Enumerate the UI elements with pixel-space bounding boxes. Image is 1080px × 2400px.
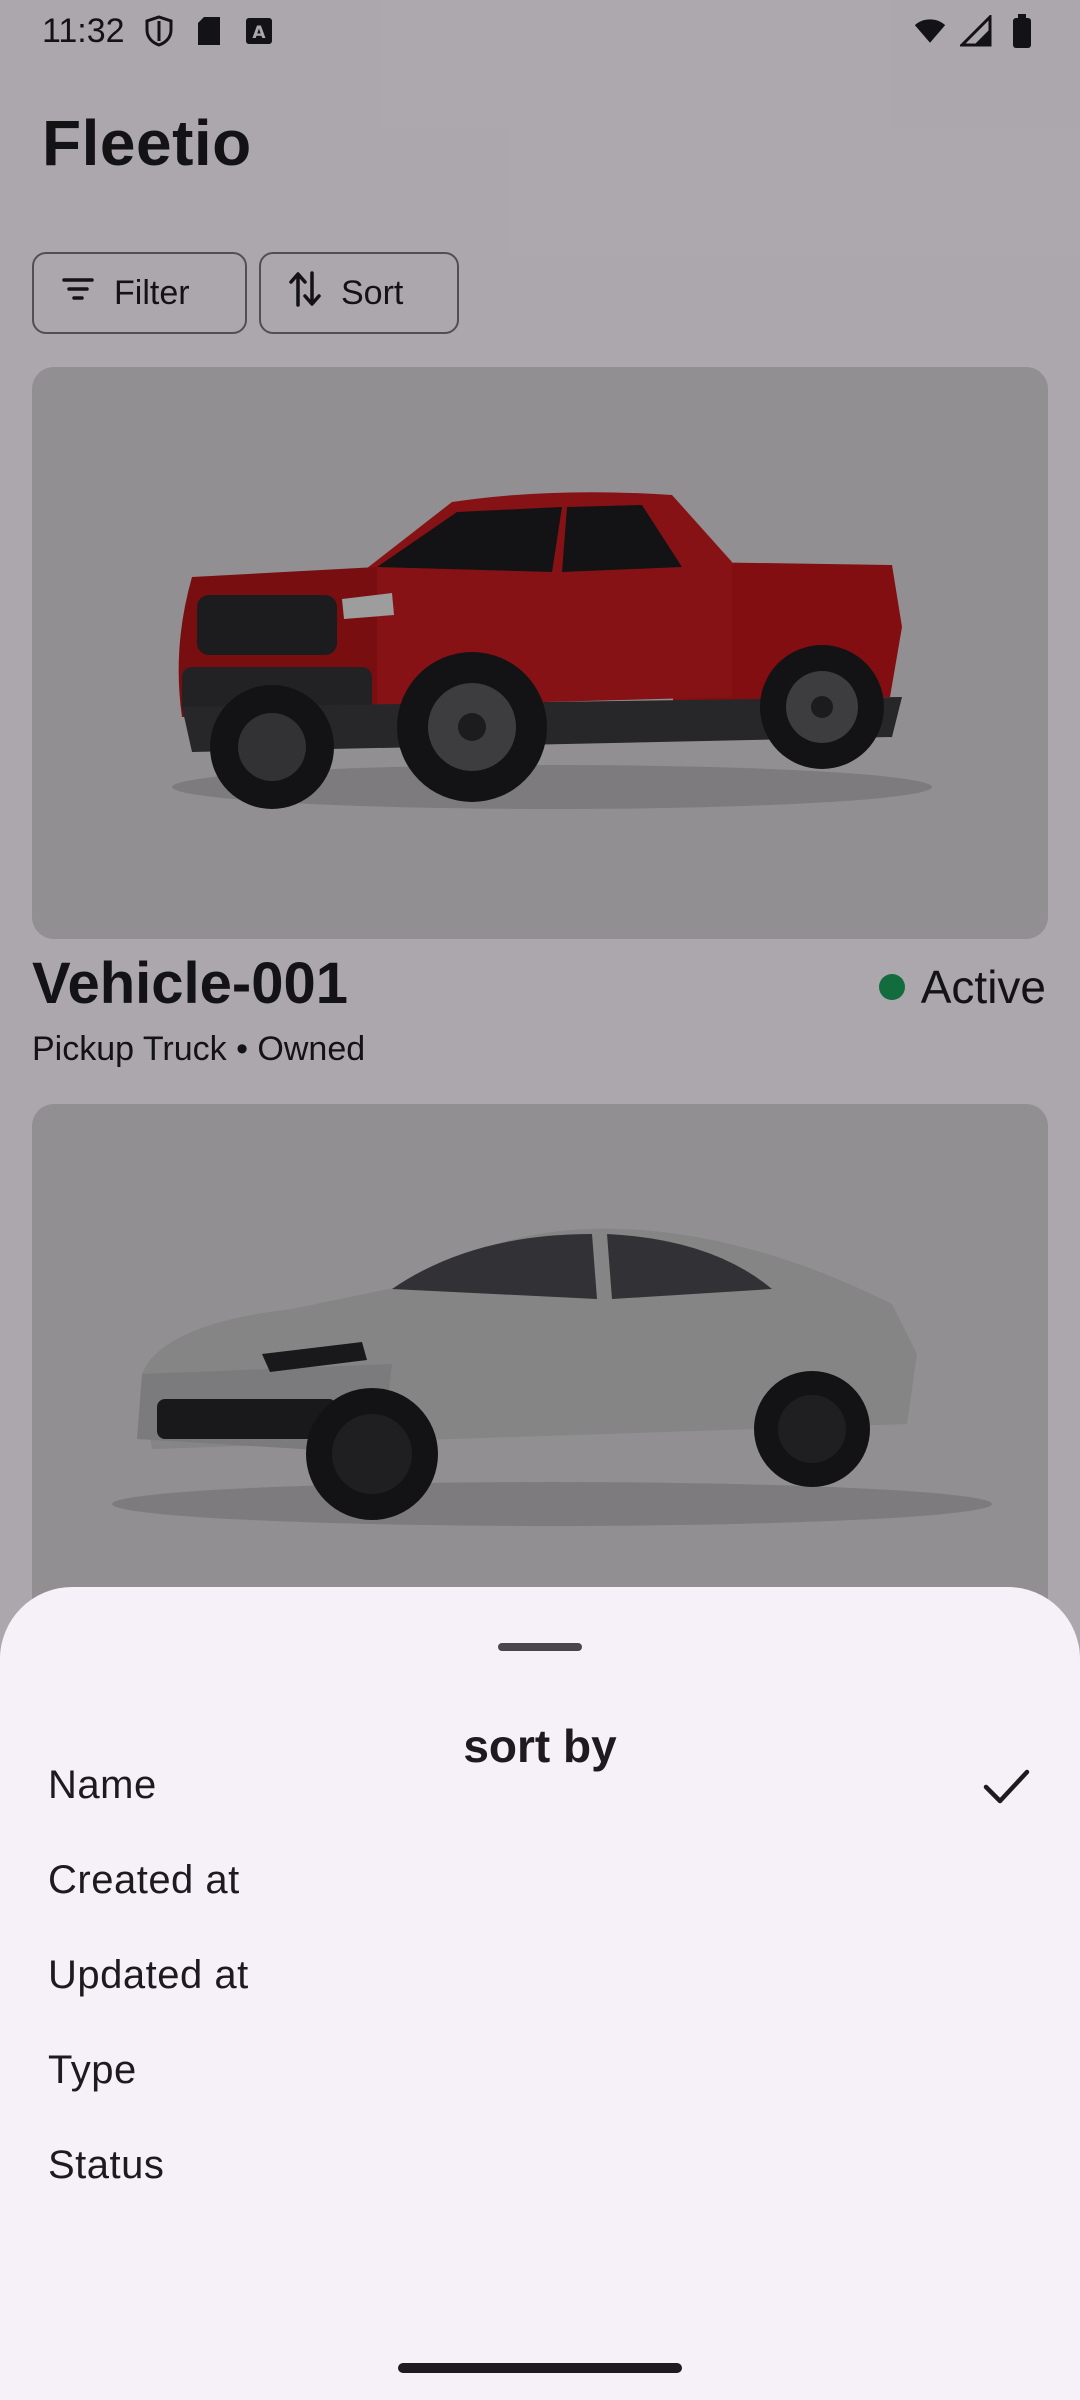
sort-option-label: Type	[48, 2048, 137, 2092]
gesture-navigation-bar[interactable]	[398, 2363, 682, 2373]
sort-option-label: Updated at	[48, 1953, 249, 1997]
vehicle-list-screen: 11:32 A Fleetio Filter Sort Vehicle-001 …	[0, 0, 1080, 2400]
sort-option-label: Created at	[48, 1858, 240, 1902]
sort-option-created-at[interactable]: Created at	[0, 1833, 1080, 1928]
sort-option-updated-at[interactable]: Updated at	[0, 1928, 1080, 2023]
drag-handle[interactable]	[498, 1643, 582, 1651]
checkmark-icon	[983, 1769, 1030, 1803]
sort-option-name[interactable]: Name	[0, 1738, 1080, 1833]
sort-bottom-sheet: sort by Name Created at Updated at Type …	[0, 1587, 1080, 2400]
sort-option-label: Name	[48, 1763, 157, 1807]
sort-option-status[interactable]: Status	[0, 2118, 1080, 2213]
sort-option-label: Status	[48, 2143, 165, 2187]
sort-option-type[interactable]: Type	[0, 2023, 1080, 2118]
